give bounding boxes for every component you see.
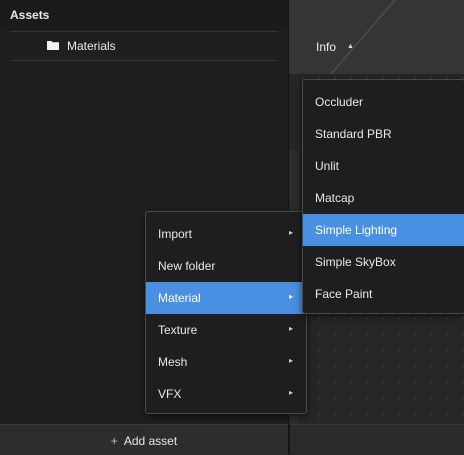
chevron-right-icon: ▸ bbox=[288, 324, 293, 333]
menu-item-label: Standard PBR bbox=[315, 127, 392, 141]
tree-item-label: Materials bbox=[67, 39, 116, 53]
chevron-right-icon: ▸ bbox=[288, 228, 293, 237]
menu-item-label: Texture bbox=[158, 323, 198, 337]
plus-icon: + bbox=[110, 434, 118, 448]
menu-item-import[interactable]: Import ▸ bbox=[146, 218, 306, 250]
menu-item-vfx[interactable]: VFX ▸ bbox=[146, 378, 306, 410]
menu-item-label: Material bbox=[158, 291, 201, 305]
menu-item-label: Face Paint bbox=[315, 287, 373, 301]
menu-item-label: New folder bbox=[158, 259, 216, 273]
info-label[interactable]: Info bbox=[316, 40, 336, 54]
chevron-right-icon: ▸ bbox=[288, 356, 293, 365]
menu-item-label: Mesh bbox=[158, 355, 188, 369]
tree-item-materials[interactable]: Materials bbox=[10, 31, 278, 61]
folder-icon bbox=[47, 41, 59, 50]
submenu-item-face-paint[interactable]: Face Paint bbox=[303, 278, 464, 310]
submenu-item-matcap[interactable]: Matcap bbox=[303, 182, 464, 214]
panel-title: Assets bbox=[10, 8, 50, 22]
divider bbox=[289, 424, 290, 454]
add-asset-button[interactable]: + Add asset bbox=[0, 424, 288, 455]
menu-item-mesh[interactable]: Mesh ▸ bbox=[146, 346, 306, 378]
add-asset-label: Add asset bbox=[123, 434, 178, 448]
chevron-right-icon: ▸ bbox=[288, 292, 293, 301]
assets-header: Assets bbox=[0, 0, 288, 30]
material-submenu: Occluder Standard PBR Unlit Matcap Simpl… bbox=[302, 79, 464, 314]
caret-up-icon[interactable]: ▲ bbox=[347, 43, 354, 50]
menu-item-label: Import bbox=[158, 227, 193, 241]
menu-item-label: Occluder bbox=[315, 95, 364, 109]
menu-item-material[interactable]: Material ▸ bbox=[146, 282, 306, 314]
menu-item-label: VFX bbox=[158, 387, 182, 401]
menu-item-new-folder[interactable]: New folder bbox=[146, 250, 306, 282]
chevron-right-icon: ▸ bbox=[288, 388, 293, 397]
bottom-bar-right bbox=[289, 424, 464, 455]
menu-item-texture[interactable]: Texture ▸ bbox=[146, 314, 306, 346]
menu-item-label: Unlit bbox=[315, 159, 340, 173]
submenu-item-simple-skybox[interactable]: Simple SkyBox bbox=[303, 246, 464, 278]
submenu-item-simple-lighting[interactable]: Simple Lighting bbox=[303, 214, 464, 246]
submenu-item-standard-pbr[interactable]: Standard PBR bbox=[303, 118, 464, 150]
submenu-item-unlit[interactable]: Unlit bbox=[303, 150, 464, 182]
menu-item-label: Simple SkyBox bbox=[315, 255, 396, 269]
menu-item-label: Simple Lighting bbox=[315, 223, 398, 237]
context-menu: Import ▸ New folder Material ▸ Texture ▸… bbox=[145, 211, 307, 414]
menu-item-label: Matcap bbox=[315, 191, 355, 205]
diagonal-divider bbox=[330, 0, 396, 74]
submenu-item-occluder[interactable]: Occluder bbox=[303, 86, 464, 118]
